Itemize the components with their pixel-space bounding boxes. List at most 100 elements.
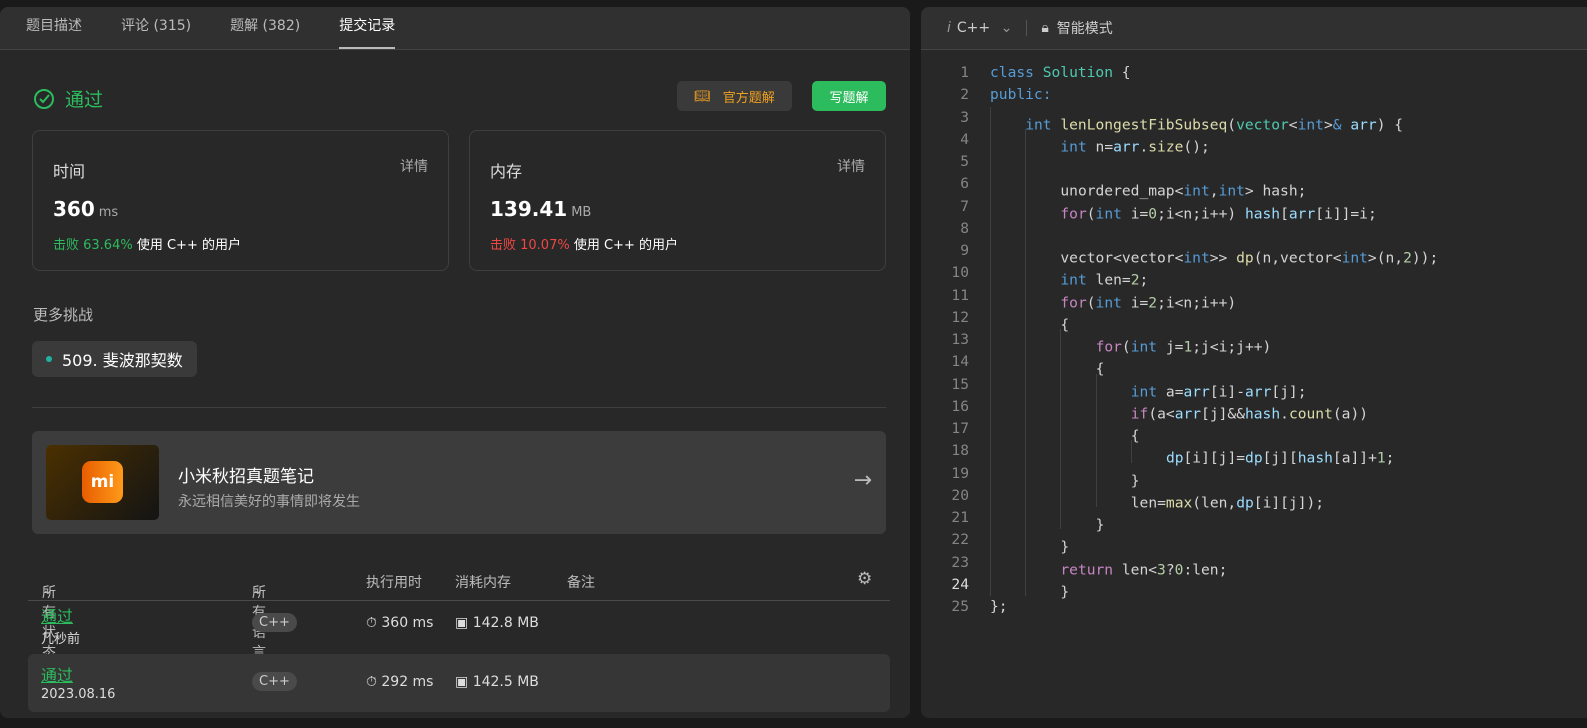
- promo-banner[interactable]: mi 小米秋招真题笔记 永远相信美好的事情即将发生 →: [32, 431, 886, 534]
- code-token: n=: [1095, 138, 1114, 155]
- table-row[interactable]: 通过 2023.08.16 C++ ⏱ 292 ms ▣ 142.5 MB: [28, 654, 890, 712]
- code-line[interactable]: 22}: [921, 529, 1438, 556]
- tab-comments[interactable]: 评论 (315): [121, 15, 191, 49]
- code-token: len=: [1130, 494, 1166, 511]
- code-line[interactable]: 9 vector<vector<int>> dp(n,vector<int>(n,…: [921, 240, 1438, 266]
- runtime-detail-link[interactable]: 详情: [400, 156, 428, 176]
- row-status[interactable]: 通过: [41, 662, 73, 686]
- runtime-card: 时间 详情 360 ms 击败 63.64% 使用 C++ 的用户: [32, 130, 449, 271]
- code-text: }: [990, 507, 1104, 533]
- code-line[interactable]: 3 int lenLongestFibSubseq(vector<int>& ar…: [921, 106, 1438, 133]
- code-line[interactable]: 15 int a=arr[i]-arr[j];: [921, 373, 1438, 400]
- code-line[interactable]: 6 unordered_map<int,int> hash;: [921, 173, 1438, 200]
- indent-guide: [1025, 284, 1060, 307]
- language-label: C++: [956, 20, 991, 36]
- stopwatch-icon: ⏱: [366, 615, 382, 631]
- tab-bar: 题目描述 评论 (315) 题解 (382) 提交记录: [0, 7, 910, 50]
- code-token: len<: [1121, 560, 1158, 578]
- line-number: 3: [960, 108, 969, 126]
- code-line[interactable]: 11 for(int i=2;i<n;i++): [921, 284, 1438, 311]
- code-line[interactable]: 13 for(int j=1;j<i;j++): [921, 329, 1438, 355]
- code-token: public:: [990, 86, 1052, 104]
- code-token: <: [1288, 115, 1298, 133]
- runtime-beats: 击败 63.64% 使用 C++ 的用户: [53, 234, 241, 253]
- xiaomi-logo-icon: mi: [82, 461, 123, 503]
- row-memory: ▣ 142.5 MB: [455, 674, 539, 690]
- runtime-beat-suffix: 使用 C++ 的用户: [136, 238, 241, 253]
- write-solution-button[interactable]: 写题解: [812, 81, 886, 111]
- line-number: 20: [951, 486, 969, 504]
- code-token: .: [1280, 405, 1289, 422]
- line-number: 19: [951, 464, 969, 482]
- code-line[interactable]: 18 dp[i][j]=dp[j][hash[a]]+1;: [921, 440, 1438, 467]
- code-token: ?: [1165, 560, 1175, 578]
- code-token: (: [1086, 204, 1096, 222]
- runtime-header: 执行用时: [366, 575, 422, 591]
- code-area[interactable]: 1 class Solution {2 public: 3 int lenLongest…: [921, 62, 1438, 618]
- code-text: [990, 151, 1060, 174]
- code-token: class: [990, 64, 1043, 81]
- memory-value: 139.41 MB: [490, 197, 591, 221]
- code-text: {: [990, 418, 1140, 444]
- code-token: {: [1113, 64, 1131, 81]
- table-row[interactable]: 通过 几秒前 C++ ⏱ 360 ms ▣ 142.8 MB: [28, 595, 890, 653]
- code-line[interactable]: 25};: [921, 596, 1438, 618]
- banner-title: 小米秋招真题笔记: [178, 467, 314, 487]
- indent-guide: [990, 573, 1025, 596]
- code-token: ));: [1411, 249, 1439, 267]
- code-line[interactable]: 7 for(int i=0;i<n;i++) hash[arr[i]]=i;: [921, 195, 1438, 222]
- code-text: dp[i][j]=dp[j][hash[a]]+1;: [990, 440, 1394, 467]
- divider: [32, 407, 886, 408]
- code-text: }: [990, 573, 1069, 600]
- memory-detail-link[interactable]: 详情: [837, 156, 865, 176]
- code-text: class Solution {: [990, 62, 1131, 84]
- code-token: size: [1148, 138, 1184, 155]
- code-token: dp: [1245, 449, 1263, 467]
- check-circle-icon: [34, 88, 54, 109]
- indent-guide: [1025, 151, 1060, 174]
- code-token: :len;: [1183, 560, 1228, 578]
- line-number: 16: [951, 397, 969, 415]
- code-text: vector<vector<int>> dp(n,vector<int>(n,2…: [990, 240, 1438, 266]
- code-token: arr: [1288, 204, 1316, 222]
- challenge-chip[interactable]: 509. 斐波那契数: [32, 341, 197, 377]
- code-line[interactable]: 2 public:: [921, 84, 1438, 106]
- arrow-right-icon[interactable]: →: [854, 468, 872, 493]
- code-token: >>: [1209, 249, 1237, 267]
- tab-description[interactable]: 题目描述: [26, 15, 82, 49]
- row-time: 2023.08.16: [41, 687, 116, 702]
- code-text: public:: [990, 84, 1052, 106]
- row-time: 几秒前: [41, 632, 81, 647]
- code-token: dp: [1236, 494, 1254, 511]
- code-text: int lenLongestFibSubseq(vector<int>& arr…: [990, 106, 1403, 133]
- chip-icon: ▣: [455, 615, 473, 631]
- indent-guide: [1095, 373, 1131, 396]
- code-line[interactable]: 1 class Solution {: [921, 62, 1438, 84]
- editor-mode[interactable]: 智能模式: [1057, 18, 1113, 38]
- code-token: int: [1095, 293, 1131, 311]
- indent-guide: [990, 151, 1025, 174]
- line-number: 21: [951, 509, 969, 526]
- memory-header: 消耗内存: [455, 575, 511, 591]
- indent-guide: [990, 240, 1025, 263]
- tab-solutions[interactable]: 题解 (382): [230, 15, 300, 49]
- indent-guide: [1060, 418, 1095, 441]
- code-text: [990, 217, 1060, 240]
- gear-icon[interactable]: ⚙: [857, 569, 872, 589]
- code-token: ();: [1183, 138, 1210, 155]
- editor-header: i C++ ⌄ 🔒︎ 智能模式: [921, 7, 1587, 50]
- line-number: 4: [960, 130, 969, 148]
- code-line[interactable]: 16 if(a<arr[j]&&hash.count(a)): [921, 395, 1438, 422]
- code-line[interactable]: 20 len=max(len,dp[i][j]);: [921, 484, 1438, 511]
- official-solution-button[interactable]: 📖︎ 官方题解: [677, 81, 792, 111]
- row-status[interactable]: 通过: [41, 603, 73, 627]
- left-panel: 题目描述 评论 (315) 题解 (382) 提交记录 通过 📖︎ 官方题解 写题…: [0, 7, 910, 718]
- memory-beat-suffix: 使用 C++ 的用户: [573, 238, 678, 253]
- memory-unit: MB: [571, 205, 592, 220]
- tab-submissions[interactable]: 提交记录: [339, 15, 396, 49]
- code-line[interactable]: 23 return len<3?0:len;: [921, 551, 1438, 578]
- code-token: arr: [1113, 138, 1140, 155]
- indent-guide: [1060, 462, 1095, 485]
- language-selector[interactable]: i C++ ⌄: [947, 20, 1012, 36]
- row-language-badge: C++: [252, 672, 297, 691]
